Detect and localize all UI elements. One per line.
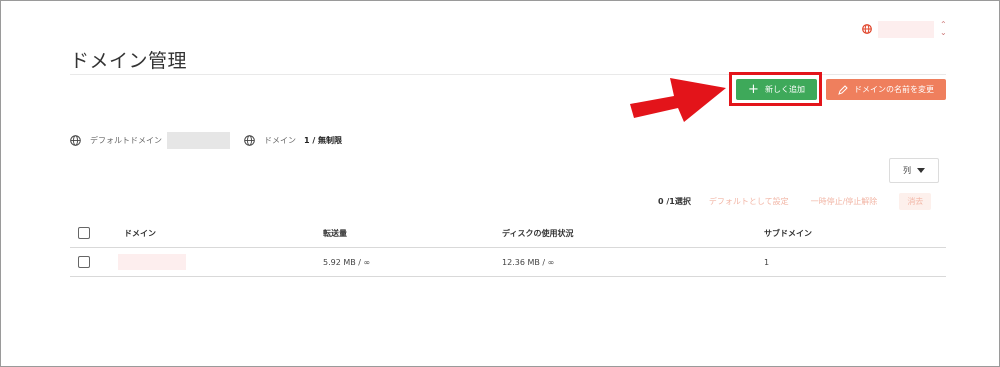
delete-button[interactable]: 消去: [899, 192, 932, 210]
domain-name-redacted[interactable]: [118, 254, 186, 270]
domain-info-row: デフォルトドメイン ドメイン 1 / 無制限: [70, 131, 342, 149]
table-header: ドメイン 転送量 ディスクの使用状況 サブドメイン: [70, 219, 946, 248]
columns-label: 列: [903, 166, 911, 175]
bulk-actions: 0 /1選択 デフォルトとして設定 一時停止/停止解除 消去: [658, 192, 932, 210]
caret-down-icon: [917, 168, 925, 173]
row-disk: 12.36 MB / ∞: [502, 257, 555, 267]
header-transfer[interactable]: 転送量: [323, 219, 347, 247]
domain-count-label: ドメイン: [264, 135, 296, 145]
rename-domain-button[interactable]: ドメインの名前を変更: [826, 79, 946, 100]
set-default-button[interactable]: デフォルトとして設定: [709, 196, 789, 207]
language-value-redacted: [878, 20, 934, 38]
columns-dropdown[interactable]: 列: [889, 158, 939, 183]
select-all-checkbox[interactable]: [78, 227, 90, 239]
table-row[interactable]: 5.92 MB / ∞ 12.36 MB / ∞ 1: [70, 248, 946, 277]
domain-count-value: 1 / 無制限: [304, 135, 343, 145]
header-domain[interactable]: ドメイン: [124, 219, 156, 247]
default-domain-label: デフォルトドメイン: [90, 135, 162, 145]
selection-count: 0 /1選択: [658, 196, 691, 206]
domain-table: ドメイン 転送量 ディスクの使用状況 サブドメイン 5.92 MB / ∞ 12…: [70, 219, 946, 277]
sort-arrows-icon: ⌃ ⌄: [940, 20, 947, 37]
page-title: ドメイン管理: [70, 50, 188, 72]
plus-icon: +: [748, 82, 759, 97]
callout-arrow-icon: [630, 78, 726, 122]
add-new-button[interactable]: + 新しく追加: [736, 79, 817, 100]
suspend-button[interactable]: 一時停止/停止解除: [811, 196, 878, 207]
rename-domain-label: ドメインの名前を変更: [854, 85, 934, 94]
header-subdomain[interactable]: サブドメイン: [764, 219, 812, 247]
add-new-label: 新しく追加: [764, 85, 805, 94]
header-disk[interactable]: ディスクの使用状況: [502, 219, 573, 247]
globe-icon: [70, 134, 81, 146]
pencil-icon: [838, 84, 848, 95]
row-checkbox[interactable]: [78, 256, 90, 268]
row-subdomain: 1: [764, 257, 770, 267]
row-transfer: 5.92 MB / ∞: [323, 257, 371, 267]
globe-icon: [244, 134, 255, 146]
language-selector[interactable]: ⌃ ⌄: [862, 20, 947, 38]
globe-icon: [862, 24, 872, 34]
default-domain-value-redacted: [167, 131, 230, 149]
